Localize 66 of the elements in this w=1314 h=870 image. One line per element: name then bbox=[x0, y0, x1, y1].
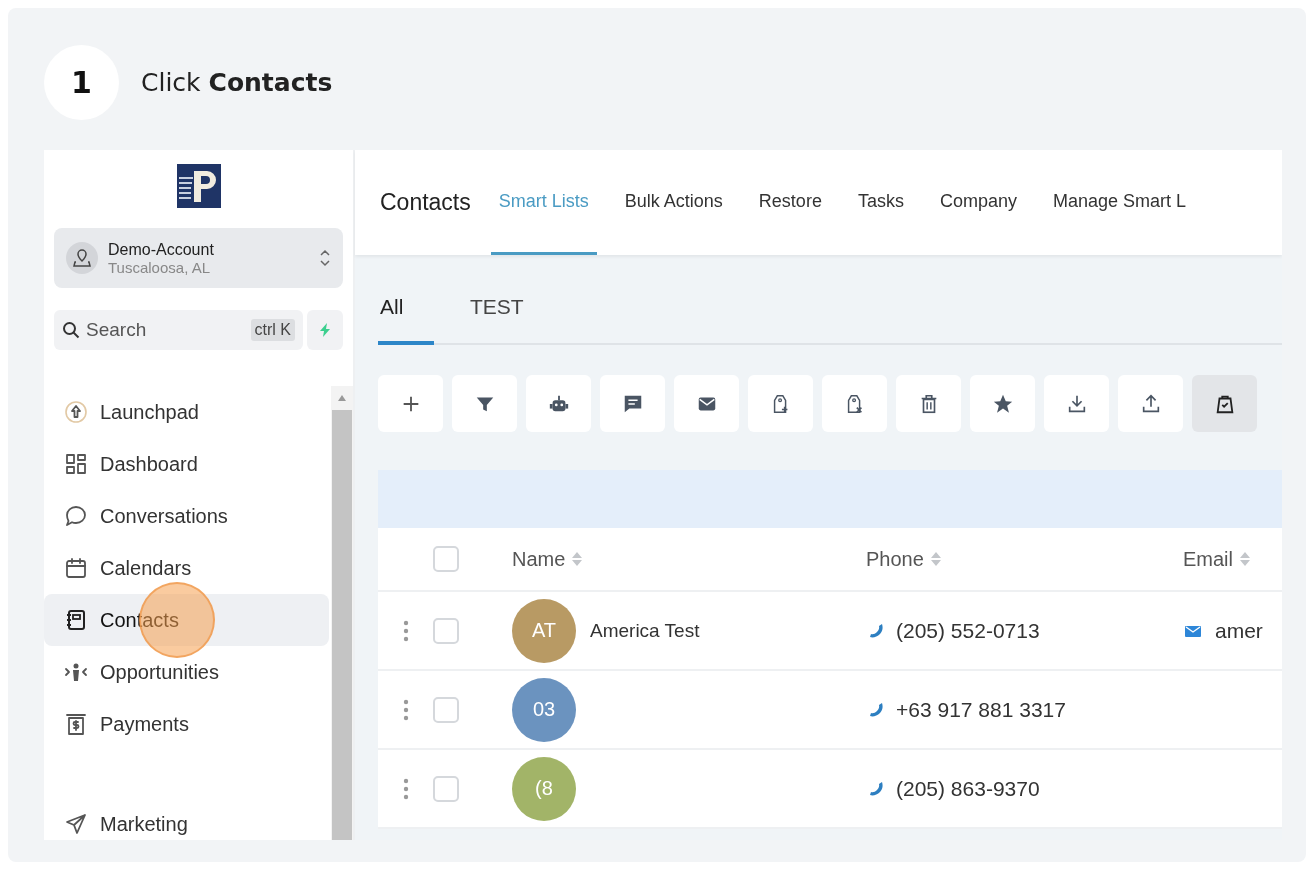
avatar: AT bbox=[512, 598, 576, 663]
calendar-icon bbox=[64, 556, 88, 580]
receipt-icon bbox=[64, 712, 88, 736]
chevron-up-down-icon bbox=[319, 248, 331, 268]
tab[interactable]: Company bbox=[931, 150, 1025, 255]
drag-handle-icon[interactable] bbox=[402, 618, 409, 643]
lightning-icon bbox=[317, 322, 333, 338]
nav-item[interactable]: Payments bbox=[44, 698, 329, 750]
nav-item[interactable]: Calendars bbox=[44, 542, 329, 594]
keyboard-shortcut: ctrl K bbox=[250, 319, 295, 341]
toolbar-button[interactable] bbox=[674, 375, 739, 432]
tab[interactable]: Restore bbox=[750, 150, 830, 255]
phone-number: (205) 552-0713 bbox=[896, 618, 1040, 643]
checkbox[interactable] bbox=[433, 617, 459, 644]
tab[interactable]: Bulk Actions bbox=[616, 150, 731, 255]
search-field[interactable]: Search ctrl K bbox=[54, 310, 303, 350]
account-location: Tuscaloosa, AL bbox=[108, 258, 211, 276]
nav-item[interactable]: Opportunities bbox=[44, 646, 329, 698]
account-name: Demo-Account bbox=[108, 240, 215, 259]
checkbox[interactable] bbox=[433, 696, 459, 723]
sort-icon[interactable] bbox=[1239, 551, 1251, 567]
search-icon bbox=[62, 321, 80, 339]
list-tab[interactable]: TEST bbox=[468, 295, 526, 345]
email-address: amer bbox=[1215, 618, 1263, 643]
nav-item[interactable]: Marketing bbox=[44, 798, 329, 840]
column-header[interactable]: Phone bbox=[866, 547, 942, 571]
scroll-up-arrow-icon bbox=[337, 394, 347, 402]
scrollbar[interactable] bbox=[331, 386, 353, 840]
chat-bubble-icon bbox=[64, 504, 88, 528]
toolbar-button[interactable] bbox=[970, 375, 1035, 432]
toolbar-button[interactable] bbox=[1192, 375, 1257, 432]
nav-item[interactable]: Conversations bbox=[44, 490, 329, 542]
address-book-icon bbox=[64, 608, 88, 632]
quick-action-button[interactable] bbox=[307, 310, 343, 350]
toolbar-button[interactable] bbox=[526, 375, 591, 432]
sort-icon[interactable] bbox=[929, 551, 942, 567]
checkbox[interactable] bbox=[433, 775, 459, 802]
search-placeholder: Search bbox=[86, 319, 148, 341]
step-number: 1 bbox=[44, 45, 119, 120]
paper-plane-icon bbox=[64, 812, 88, 836]
page-title: Contacts bbox=[380, 189, 471, 216]
avatar: 03 bbox=[512, 677, 576, 742]
drag-handle-icon[interactable] bbox=[402, 776, 409, 801]
contact-name: America Test bbox=[590, 619, 700, 642]
toolbar-button[interactable] bbox=[896, 375, 961, 432]
column-header[interactable]: Email bbox=[1183, 547, 1251, 571]
nav-item[interactable]: Dashboard bbox=[44, 438, 329, 490]
sort-icon[interactable] bbox=[571, 551, 584, 567]
phone-number: +63 917 881 3317 bbox=[896, 697, 1066, 722]
rocket-icon bbox=[64, 400, 88, 424]
phone-number: (205) 863-9370 bbox=[896, 776, 1040, 801]
account-switcher[interactable]: Demo-Account Tuscaloosa, AL bbox=[54, 228, 343, 288]
tab[interactable]: Manage Smart L bbox=[1044, 150, 1195, 255]
toolbar-button[interactable] bbox=[452, 375, 517, 432]
grid-icon bbox=[64, 452, 88, 476]
toolbar-button[interactable] bbox=[600, 375, 665, 432]
tab[interactable]: Tasks bbox=[849, 150, 912, 255]
logo bbox=[176, 164, 221, 208]
step-instruction: Click Contacts bbox=[141, 68, 333, 97]
list-tab[interactable]: All bbox=[378, 295, 434, 345]
location-pin-icon bbox=[66, 242, 98, 274]
nav-item[interactable]: Launchpad bbox=[44, 386, 329, 438]
column-header[interactable]: Name bbox=[512, 547, 584, 571]
avatar: (8 bbox=[512, 756, 576, 821]
drag-handle-icon[interactable] bbox=[402, 697, 409, 722]
checkbox[interactable] bbox=[433, 546, 459, 572]
